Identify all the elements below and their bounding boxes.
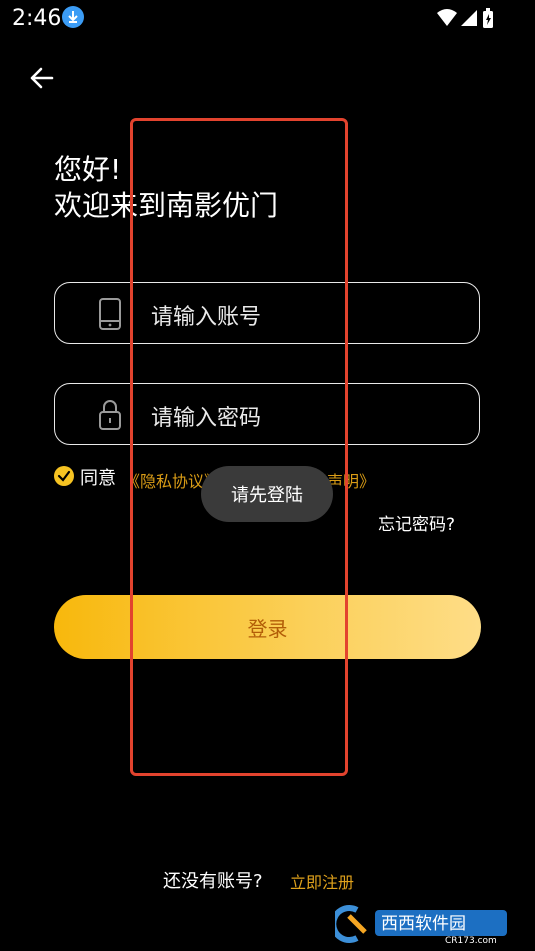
agree-checkbox[interactable] (54, 466, 74, 486)
greeting-hello: 您好! (54, 153, 122, 186)
watermark-url: CR173.com (445, 936, 497, 944)
lock-icon (99, 400, 121, 430)
watermark-logo: 西西软件园 CR173.com (330, 904, 513, 946)
phone-icon (99, 298, 121, 330)
status-time: 2:46 (12, 6, 62, 31)
status-icons (435, 6, 495, 30)
wifi-icon (437, 9, 457, 26)
forgot-password-link[interactable]: 忘记密码? (378, 510, 455, 535)
annotation-highlight-box (130, 118, 348, 776)
check-icon (57, 470, 71, 482)
no-account-text: 还没有账号? (163, 871, 263, 892)
signal-icon (461, 10, 477, 26)
battery-icon (483, 8, 493, 28)
arrow-left-icon (30, 67, 54, 89)
watermark-text: 西西软件园 (381, 914, 466, 934)
agree-label: 同意 (80, 468, 116, 489)
register-link[interactable]: 立即注册 (290, 869, 354, 893)
back-button[interactable] (26, 62, 58, 94)
download-icon (62, 6, 84, 28)
